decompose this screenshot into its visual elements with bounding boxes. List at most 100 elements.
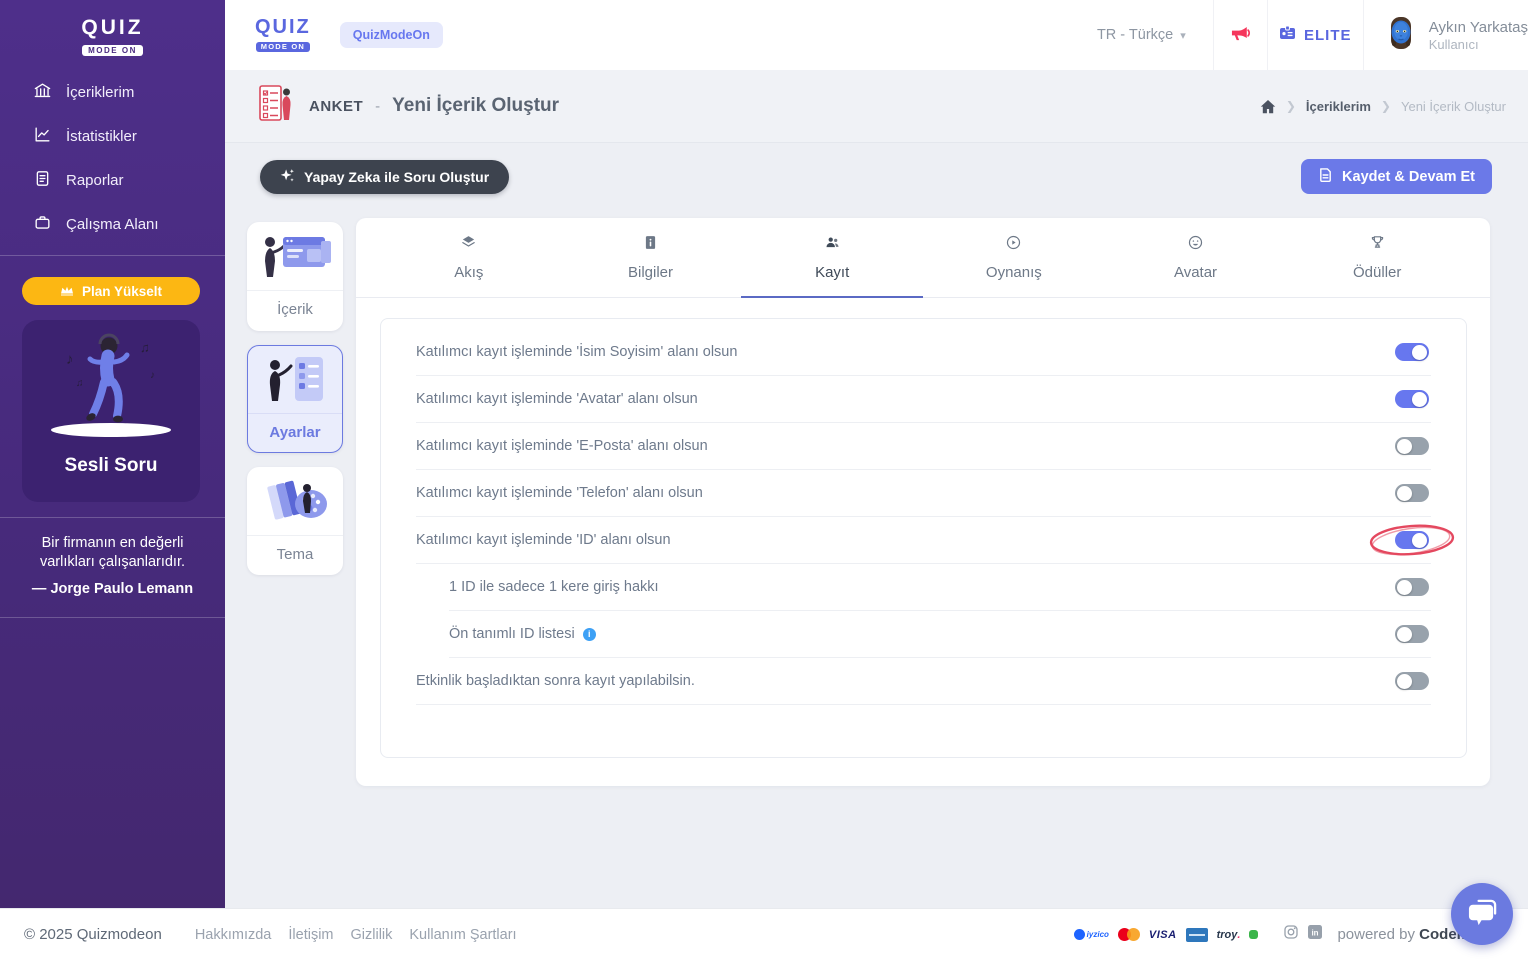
step-card-label: Tema (276, 546, 314, 563)
tab-kayit[interactable]: Kayıt (741, 218, 923, 298)
library-icon (33, 81, 52, 104)
settings-illustration (248, 346, 342, 414)
setting-label: Katılımcı kayıt işleminde 'E-Posta' alan… (416, 438, 708, 454)
toggle-register-after-start[interactable] (1395, 672, 1429, 690)
tab-avatar[interactable]: Avatar (1105, 218, 1287, 297)
footer: © 2025 Quizmodeon Hakkımızda İletişim Gi… (0, 908, 1528, 960)
sparkles-icon (280, 168, 295, 186)
upgrade-plan-button[interactable]: Plan Yükselt (22, 277, 200, 305)
sidebar-item-raporlar[interactable]: Raporlar (0, 158, 225, 202)
setting-label: Katılımcı kayıt işleminde 'Avatar' alanı… (416, 391, 698, 407)
topbar-logo[interactable]: QUIZ MODE ON (255, 17, 311, 53)
promo-card-sesli-soru[interactable]: ♪ ♫ ♪ ♫ Sesli Soru (22, 320, 200, 502)
quote-text: Bir firmanın en değerli varlıkları çalış… (39, 535, 186, 571)
voice-question-illustration: ♪ ♫ ♪ ♫ (51, 333, 171, 437)
chat-widget-button[interactable] (1451, 883, 1513, 945)
sidebar-item-istatistikler[interactable]: İstatistikler (0, 114, 225, 158)
footer-link-hakkimizda[interactable]: Hakkımızda (195, 927, 272, 943)
mastercard-icon (1117, 928, 1140, 941)
workspace-badge[interactable]: QuizModeOn (339, 22, 443, 48)
chevron-right-icon: ❯ (1285, 99, 1296, 113)
setting-label: Etkinlik başladıktan sonra kayıt yapılab… (416, 673, 695, 689)
sidebar-logo[interactable]: QUIZ MODE ON (0, 0, 225, 58)
app-root: QUIZ MODE ON İçeriklerim İstatistikler R… (0, 0, 1528, 960)
iyzico-icon: iyzico (1073, 929, 1109, 940)
topbar-divider (1362, 0, 1364, 70)
promo-card-title: Sesli Soru (64, 455, 158, 476)
step-card-icerik[interactable]: İçerik (247, 222, 343, 331)
avatar (1384, 16, 1418, 55)
save-document-icon (1318, 167, 1333, 187)
sidebar-item-label: İçeriklerim (66, 83, 135, 101)
chat-bubbles-icon (1466, 897, 1499, 931)
footer-link-iletisim[interactable]: İletişim (288, 927, 333, 943)
breadcrumb-current: Yeni İçerik Oluştur (1400, 98, 1506, 114)
step-card-ayarlar[interactable]: Ayarlar (247, 345, 343, 453)
user-role: Kullanıcı (1428, 36, 1479, 52)
setting-label: Katılımcı kayıt işleminde 'İsim Soyisim'… (416, 344, 738, 360)
users-icon (824, 234, 841, 255)
user-info: Aykın Yarkataş Kullanıcı (1429, 19, 1528, 52)
instagram-icon[interactable] (1284, 925, 1299, 944)
setting-label: 1 ID ile sadece 1 kere giriş hakkı (449, 579, 659, 595)
step-card-tema[interactable]: Tema (247, 467, 343, 575)
toggle-email-field[interactable] (1395, 437, 1429, 455)
sidebar-item-calisma-alani[interactable]: Çalışma Alanı (0, 202, 225, 246)
toggle-phone-field[interactable] (1395, 484, 1429, 502)
sidebar-item-label: İstatistikler (66, 127, 137, 145)
announcements-button[interactable] (1214, 23, 1267, 47)
logo-text: QUIZ (81, 16, 144, 39)
toggle-predefined-id-list[interactable] (1395, 625, 1429, 643)
breadcrumb-parent[interactable]: İçeriklerim (1306, 99, 1371, 114)
info-icon[interactable]: i (582, 627, 596, 641)
visa-icon: VISA (1148, 928, 1177, 941)
megaphone-icon (1230, 23, 1251, 47)
setting-label: Ön tanımlı ID listesi (449, 626, 575, 642)
tab-label: Akış (454, 264, 484, 281)
plan-badge[interactable]: ELITE (1268, 25, 1363, 45)
step-card-label: Ayarlar (269, 424, 321, 441)
logo-mode-on-badge: MODE ON (82, 45, 143, 56)
setting-label: Katılımcı kayıt işleminde 'ID' alanı ols… (416, 532, 671, 548)
footer-link-gizlilik[interactable]: Gizlilik (351, 927, 393, 943)
sidebar: QUIZ MODE ON İçeriklerim İstatistikler R… (0, 0, 225, 908)
tab-akis[interactable]: Akış (378, 218, 560, 297)
svg-text:♫: ♫ (140, 340, 150, 355)
toggle-id-field[interactable] (1395, 531, 1429, 549)
linkedin-icon[interactable]: in (1308, 925, 1323, 944)
tab-label: Oynanış (985, 264, 1042, 281)
tab-oduller[interactable]: Ödüller (1286, 218, 1468, 297)
sidebar-item-iceriklerim[interactable]: İçeriklerim (0, 70, 225, 114)
setting-row: Katılımcı kayıt işleminde 'İsim Soyisim'… (416, 329, 1431, 376)
page-title: Yeni İçerik Oluştur (392, 95, 560, 116)
home-icon[interactable] (1260, 99, 1276, 114)
tab-label: Bilgiler (628, 264, 674, 281)
svg-text:♪: ♪ (150, 370, 155, 381)
toggle-single-entry-per-id[interactable] (1395, 578, 1429, 596)
ai-generate-question-button[interactable]: Yapay Zeka ile Soru Oluştur (260, 160, 510, 194)
badge-id-icon (1279, 25, 1296, 45)
quote-author: — Jorge Paulo Lemann (31, 581, 194, 598)
setting-row: Katılımcı kayıt işleminde 'Telefon' alan… (416, 470, 1431, 517)
step-card-label: İçerik (277, 301, 313, 318)
setting-row: Ön tanımlı ID listesi i (449, 611, 1431, 658)
tab-label: Avatar (1173, 264, 1218, 281)
footer-link-kullanim-sartlari[interactable]: Kullanım Şartları (409, 927, 516, 943)
tab-oynanis[interactable]: Oynanış (923, 218, 1105, 297)
language-selector[interactable]: TR - Türkçe ▾ (1097, 27, 1213, 43)
user-menu[interactable]: Aykın Yarkataş Kullanıcı (1384, 16, 1528, 55)
report-document-icon (33, 169, 52, 192)
sidebar-item-label: Raporlar (66, 171, 124, 189)
toggle-avatar-field[interactable] (1395, 390, 1429, 408)
troy-icon: troy. (1216, 928, 1241, 941)
footer-links: Hakkımızda İletişim Gizlilik Kullanım Şa… (195, 927, 517, 943)
page-header: ANKET - Yeni İçerik Oluştur ❯ İçerikleri… (225, 70, 1528, 143)
tab-label: Ödüller (1353, 264, 1402, 281)
layers-icon (460, 234, 477, 255)
toggle-name-field[interactable] (1395, 343, 1429, 361)
tab-bilgiler[interactable]: Bilgiler (560, 218, 742, 297)
save-continue-button[interactable]: Kaydet & Devam Et (1301, 159, 1492, 194)
content-type-label: ANKET (309, 97, 364, 115)
content-illustration (247, 222, 343, 291)
chevron-down-icon: ▾ (1180, 29, 1186, 42)
